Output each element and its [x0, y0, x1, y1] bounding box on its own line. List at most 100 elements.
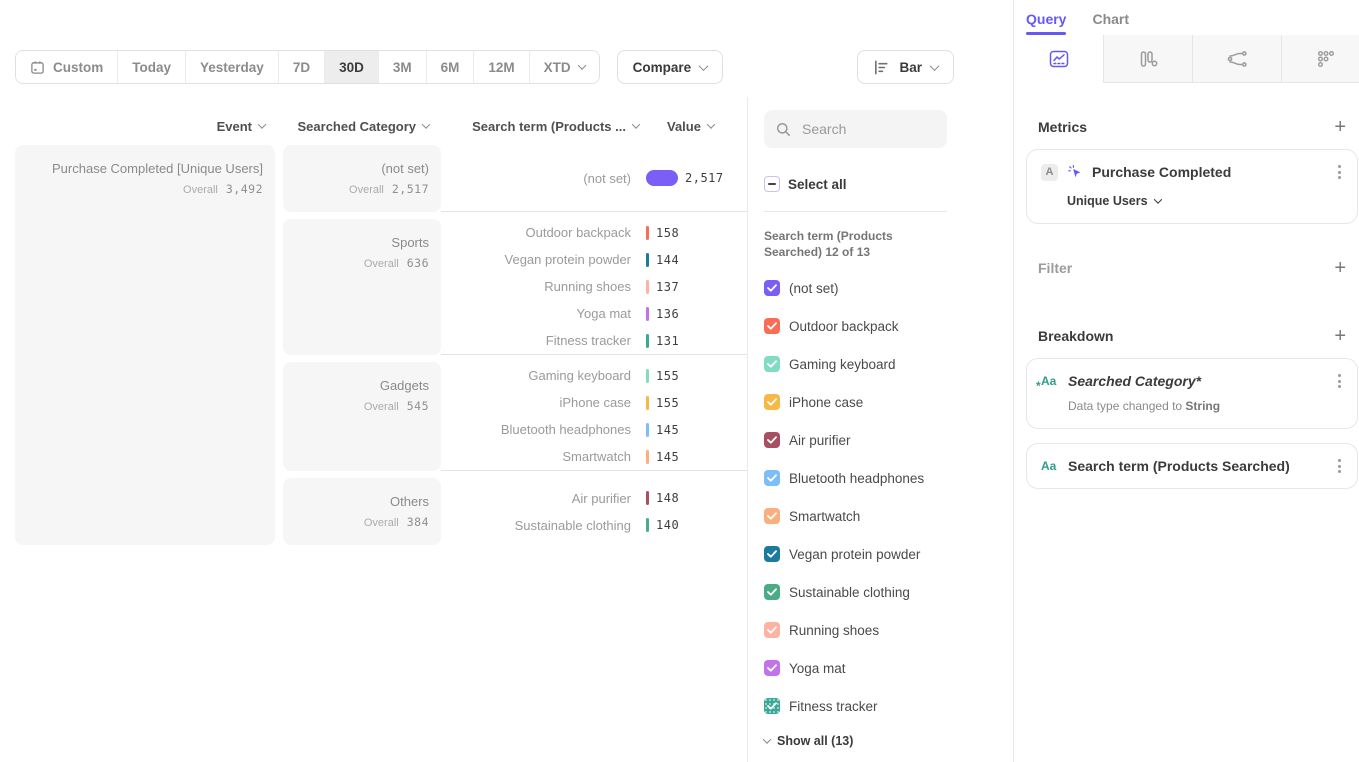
table-row: Vegan protein powder144 [441, 246, 747, 273]
legend-item-label: Vegan protein powder [789, 547, 920, 562]
legend-items: (not set) Outdoor backpack Gaming keyboard… [764, 269, 1013, 725]
breakdown-heading: Breakdown [1038, 328, 1113, 344]
legend-item[interactable]: Yoga mat [764, 649, 1013, 687]
legend-item[interactable]: Gaming keyboard [764, 345, 1013, 383]
kebab-menu-icon[interactable] [1336, 163, 1343, 181]
checkbox-checked[interactable] [764, 584, 780, 600]
date-range-label: 30D [339, 60, 364, 75]
search-input[interactable] [800, 120, 930, 138]
bar-chart-icon [873, 59, 890, 76]
checkbox-checked[interactable] [764, 470, 780, 486]
column-header-searched-category[interactable]: Searched Category [283, 119, 441, 134]
retention-icon [1315, 48, 1337, 70]
tab-flows[interactable] [1192, 35, 1281, 83]
legend-item[interactable]: Vegan protein powder [764, 535, 1013, 573]
table-group: (not set)Overall2,517(not set)2,517 [283, 145, 747, 212]
legend-item[interactable]: Bluetooth headphones [764, 459, 1013, 497]
breakdown-card-search-term[interactable]: Aa Search term (Products Searched) [1026, 443, 1358, 489]
value-text: 148 [656, 491, 679, 505]
date-range-xtd[interactable]: XTD [530, 51, 599, 83]
tab-retention[interactable] [1281, 35, 1359, 83]
select-all-label: Select all [788, 177, 847, 192]
breakdown-table: Event Searched Category Search term (Pro… [0, 97, 747, 762]
legend-item-label: iPhone case [789, 395, 863, 410]
column-header-label: Value [667, 119, 701, 134]
column-header-event[interactable]: Event [15, 119, 275, 134]
value-bar [646, 253, 649, 267]
chart-type-button[interactable]: Bar [857, 50, 954, 84]
select-all-row[interactable]: Select all [764, 176, 1013, 192]
value-text: 140 [656, 518, 679, 532]
value-bar [646, 423, 649, 437]
category-name: (not set) [295, 160, 429, 177]
tab-query[interactable]: Query [1026, 11, 1066, 35]
checkbox-checked[interactable] [764, 698, 780, 714]
table-row: Sustainable clothing140 [441, 512, 747, 539]
checkbox-checked[interactable] [764, 432, 780, 448]
tab-chart[interactable]: Chart [1092, 11, 1129, 35]
metric-card[interactable]: A Purchase Completed [1026, 149, 1358, 224]
legend-item[interactable]: Outdoor backpack [764, 307, 1013, 345]
metric-letter-badge: A [1041, 164, 1058, 181]
checkbox-checked[interactable] [764, 546, 780, 562]
chevron-down-icon [707, 120, 715, 128]
date-range-label: Today [132, 60, 171, 75]
legend-item-label: Outdoor backpack [789, 319, 899, 334]
column-header-search-term[interactable]: Search term (Products ... [449, 119, 639, 134]
add-filter-button plus-icon[interactable]: + [1334, 261, 1346, 275]
checkbox-checked[interactable] [764, 318, 780, 334]
table-row: Air purifier148 [441, 485, 747, 512]
date-range-12m[interactable]: 12M [474, 51, 529, 83]
kebab-menu-icon[interactable] [1336, 457, 1343, 475]
column-header-label: Event [217, 119, 252, 134]
date-range-custom[interactable]: Custom [16, 51, 118, 83]
value-bar [646, 280, 649, 294]
legend-item[interactable]: Sustainable clothing [764, 573, 1013, 611]
chevron-down-icon [699, 61, 709, 71]
column-header-value[interactable]: Value [667, 119, 714, 134]
legend-item[interactable]: (not set) [764, 269, 1013, 307]
checkbox-checked[interactable] [764, 660, 780, 676]
breakdown-card-searched-category[interactable]: *Aa Searched Category* Data type changed… [1026, 358, 1358, 429]
tab-funnels[interactable] [1103, 35, 1192, 83]
table-header-row: Event Searched Category Search term (Pro… [15, 112, 747, 140]
kebab-menu-icon[interactable] [1336, 372, 1343, 390]
checkbox-checked[interactable] [764, 280, 780, 296]
date-range-3m[interactable]: 3M [379, 51, 427, 83]
compare-button[interactable]: Compare [617, 50, 724, 84]
legend-item[interactable]: Air purifier [764, 421, 1013, 459]
date-range-yesterday[interactable]: Yesterday [186, 51, 279, 83]
search-term-label: iPhone case [441, 395, 631, 410]
checkbox-checked[interactable] [764, 356, 780, 372]
legend-item-label: Smartwatch [789, 509, 860, 524]
show-all-toggle[interactable]: Show all (13) [764, 729, 1013, 753]
checkbox-checked[interactable] [764, 394, 780, 410]
event-title: Purchase Completed [Unique Users] [27, 160, 263, 177]
indeterminate-checkbox-icon[interactable] [764, 176, 780, 192]
app-root: Custom Today Yesterday7D 30D 3M6M 12M XTD Comp… [0, 0, 1359, 762]
date-range-label: 12M [488, 60, 514, 75]
breakdown-title: Search term (Products Searched) [1068, 458, 1327, 474]
date-range-30d[interactable]: 30D [325, 51, 379, 83]
tab-insights[interactable] [1014, 35, 1103, 83]
date-range-today[interactable]: Today [118, 51, 186, 83]
search-box[interactable] [764, 110, 947, 148]
legend-item[interactable]: Smartwatch [764, 497, 1013, 535]
sidebar-tabs: Query Chart [1014, 0, 1359, 35]
legend-item[interactable]: Fitness tracker [764, 687, 1013, 725]
category-overall: Overall545 [295, 399, 429, 413]
checkbox-checked[interactable] [764, 622, 780, 638]
search-term-label: Running shoes [441, 279, 631, 294]
data-type-value: String [1185, 399, 1220, 413]
date-range-7d[interactable]: 7D [279, 51, 325, 83]
date-range-6m[interactable]: 6M [427, 51, 475, 83]
event-cell: Purchase Completed [Unique Users] Overal… [15, 145, 275, 545]
add-breakdown-button plus-icon[interactable]: + [1334, 329, 1346, 343]
checkbox-checked[interactable] [764, 508, 780, 524]
measure-selector[interactable]: Unique Users [1067, 194, 1343, 208]
add-metric-button plus-icon[interactable]: + [1334, 120, 1346, 134]
legend-item[interactable]: Running shoes [764, 611, 1013, 649]
legend-item[interactable]: iPhone case [764, 383, 1013, 421]
string-property-icon: *Aa [1041, 374, 1059, 388]
compare-label: Compare [633, 60, 692, 75]
